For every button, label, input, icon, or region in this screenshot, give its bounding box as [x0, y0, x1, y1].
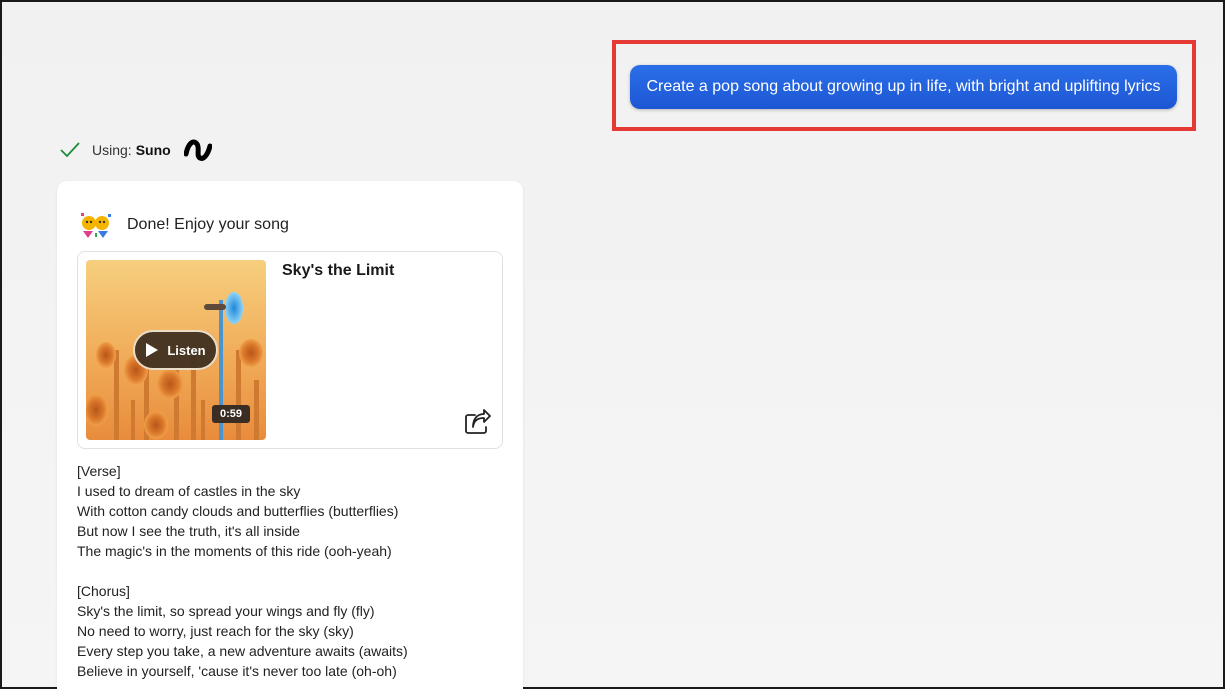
- duration-badge: 0:59: [212, 405, 250, 423]
- app-window: Create a pop song about growing up in li…: [0, 0, 1225, 689]
- lyric-line: But now I see the truth, it's all inside: [77, 523, 300, 539]
- play-icon: [146, 343, 159, 357]
- using-label: Using:: [92, 142, 132, 158]
- party-popper-icon: [81, 213, 111, 238]
- listen-button[interactable]: Listen: [133, 330, 218, 370]
- lyric-spacer: [77, 561, 507, 581]
- user-prompt-bubble: Create a pop song about growing up in li…: [630, 65, 1177, 109]
- lyric-line: With cotton candy clouds and butterflies…: [77, 503, 399, 519]
- plugin-name: Suno: [135, 142, 171, 158]
- lyric-line: Believe in yourself, 'cause it's never t…: [77, 663, 397, 679]
- done-row: Done! Enjoy your song: [79, 211, 289, 239]
- done-message: Done! Enjoy your song: [127, 216, 289, 233]
- lyric-line: Sky's the limit, so spread your wings an…: [77, 603, 375, 619]
- lyric-line: Every step you take, a new adventure awa…: [77, 643, 408, 659]
- user-prompt-text: Create a pop song about growing up in li…: [646, 78, 1161, 95]
- lyric-line: The magic's in the moments of this ride …: [77, 543, 392, 559]
- verse-header: [Verse]: [77, 463, 121, 479]
- using-plugin-row: Using: Suno: [59, 134, 212, 166]
- lyric-line: I used to dream of castles in the sky: [77, 483, 301, 499]
- response-card: Done! Enjoy your song Listen 0:59 Sky's …: [57, 181, 523, 689]
- listen-label: Listen: [167, 342, 206, 358]
- song-title: Sky's the Limit: [282, 262, 395, 279]
- chorus-header: [Chorus]: [77, 583, 130, 599]
- lyrics-block: [Verse] I used to dream of castles in th…: [77, 461, 507, 681]
- album-cover-image[interactable]: Listen 0:59: [86, 260, 266, 440]
- lyric-line: No need to worry, just reach for the sky…: [77, 623, 354, 639]
- share-icon[interactable]: [464, 409, 492, 435]
- suno-logo-icon: [183, 139, 212, 161]
- song-card[interactable]: Listen 0:59 Sky's the Limit: [77, 251, 503, 449]
- check-icon: [60, 142, 80, 158]
